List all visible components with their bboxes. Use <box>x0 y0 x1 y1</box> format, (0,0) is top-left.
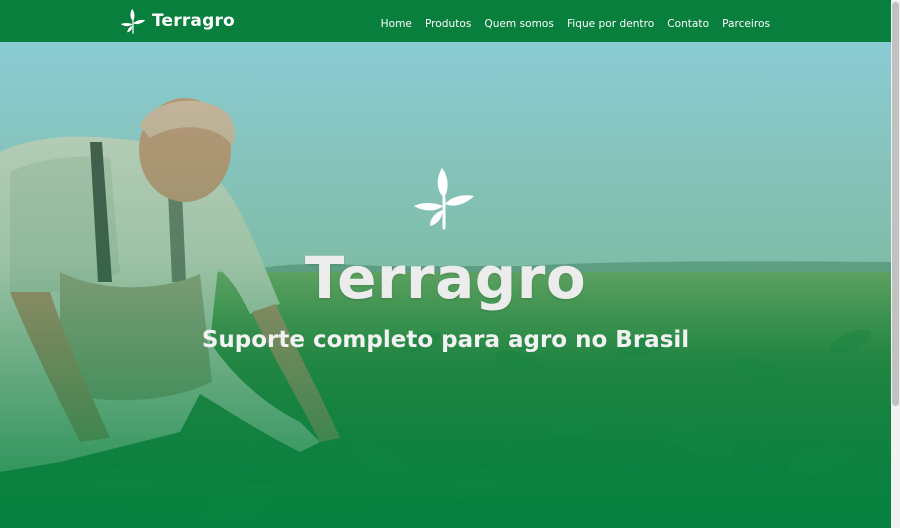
page-scrollbar[interactable] <box>891 0 900 528</box>
nav-link-contato[interactable]: Contato <box>667 18 709 30</box>
nav-link-produtos[interactable]: Produtos <box>425 18 471 30</box>
hero-title: Terragro <box>304 244 587 312</box>
hero-subtitle: Suporte completo para agro no Brasil <box>201 327 690 353</box>
nav-link-fique-por-dentro[interactable]: Fique por dentro <box>567 18 654 30</box>
nav-menu: Home Produtos Quem somos Fique por dentr… <box>381 0 770 42</box>
nav-link-quem-somos[interactable]: Quem somos <box>484 18 554 30</box>
nav-link-parceiros[interactable]: Parceiros <box>722 18 770 30</box>
brand-name: Terragro <box>152 11 235 31</box>
nav-item-contato: Contato <box>667 12 709 31</box>
sprout-icon <box>120 8 146 34</box>
sprout-icon <box>414 168 474 230</box>
hero-content: Terragro Suporte completo para agro no B… <box>0 42 891 528</box>
nav-item-parceiros: Parceiros <box>722 12 770 31</box>
nav-item-quem-somos: Quem somos <box>484 12 554 31</box>
top-navbar: Terragro Home Produtos Quem somos Fique … <box>0 0 891 42</box>
nav-link-home[interactable]: Home <box>381 18 412 30</box>
nav-item-produtos: Produtos <box>425 12 471 31</box>
nav-item-fique-por-dentro: Fique por dentro <box>567 12 654 31</box>
page: Terragro Home Produtos Quem somos Fique … <box>0 0 891 528</box>
scrollbar-thumb[interactable] <box>892 2 899 406</box>
hero-section: Terragro Suporte completo para agro no B… <box>0 42 891 528</box>
nav-item-home: Home <box>381 12 412 31</box>
brand-home-link[interactable]: Terragro <box>120 5 235 37</box>
